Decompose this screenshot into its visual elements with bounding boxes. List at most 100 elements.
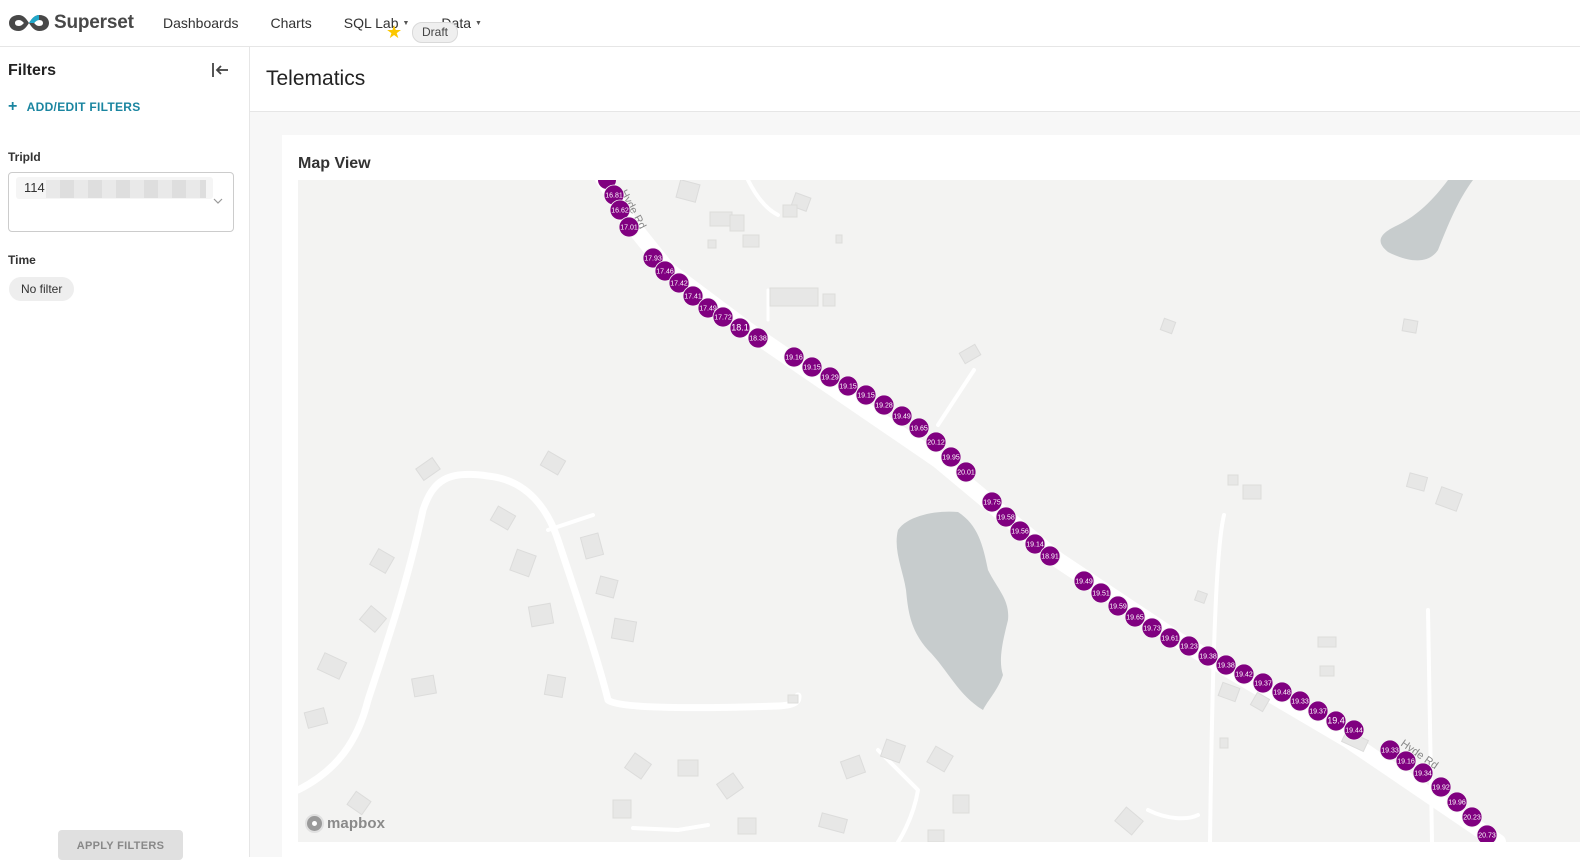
dashboard-title[interactable]: Telematics xyxy=(266,67,365,91)
mapbox-icon xyxy=(305,814,324,833)
trip-point[interactable]: 19.33 xyxy=(1289,690,1311,712)
trip-point[interactable]: 20.12 xyxy=(925,431,947,453)
trip-point[interactable]: 19.49 xyxy=(891,405,913,427)
superset-logo-icon xyxy=(9,15,49,31)
trip-point-label: 19.15 xyxy=(839,384,857,391)
trip-point-label: 19.37 xyxy=(1309,709,1327,716)
plus-icon: + xyxy=(8,98,18,115)
trip-point[interactable]: 19.65 xyxy=(908,417,930,439)
selected-value-tag[interactable]: 114 xyxy=(16,177,213,199)
trip-point-label: 19.73 xyxy=(1143,626,1161,633)
trip-point[interactable]: 19.28 xyxy=(873,394,895,416)
trip-point[interactable]: 19.51 xyxy=(1090,582,1112,604)
trip-point-label: 19.49 xyxy=(893,414,911,421)
favorite-star-icon[interactable]: ★ xyxy=(386,22,402,43)
nav-dashboards-label: Dashboards xyxy=(163,15,239,31)
trip-point[interactable]: 19.95 xyxy=(940,446,962,468)
trip-point[interactable]: 19.16 xyxy=(783,346,805,368)
trip-point-label: 19.16 xyxy=(785,355,803,362)
trip-point[interactable]: 19.15 xyxy=(837,375,859,397)
trip-point-label: 19.96 xyxy=(1448,800,1466,807)
trip-point[interactable]: 19.48 xyxy=(1271,681,1293,703)
trip-point-label: 17.42 xyxy=(670,281,688,288)
filters-sidebar: Filters + ADD/EDIT FILTERS TripId 114 Ti… xyxy=(0,47,250,860)
trip-point-label: 17.72 xyxy=(714,315,732,322)
map-svg: Hyde Rd Hyde Rd 16.8116.6217.0117.9317.4… xyxy=(298,180,1506,842)
add-edit-filters-label: ADD/EDIT FILTERS xyxy=(26,100,141,114)
map-view[interactable]: Hyde Rd Hyde Rd 16.81 16.62 17.01 17.93 17.4… xyxy=(298,180,1580,842)
trip-point-label: 19.38 xyxy=(1217,663,1235,670)
trip-point[interactable]: 19.42 xyxy=(1233,663,1255,685)
trip-point[interactable]: 19.75 xyxy=(981,491,1003,513)
trip-point[interactable]: 19.16 xyxy=(1395,750,1417,772)
trip-point[interactable]: 19.34 xyxy=(1412,762,1434,784)
brand-logo[interactable]: Superset xyxy=(8,12,148,34)
trip-point[interactable]: 19.15 xyxy=(801,356,823,378)
nav-dashboards[interactable]: Dashboards xyxy=(163,15,239,31)
trip-point[interactable]: 19.59 xyxy=(1107,595,1129,617)
trip-point-label: 19.29 xyxy=(821,375,839,382)
top-navbar: Superset Dashboards Charts SQL Lab ▼ Data… xyxy=(0,0,1580,47)
filter-label-time: Time xyxy=(8,253,36,267)
trip-point-label: 19.58 xyxy=(997,515,1015,522)
collapse-sidebar-icon[interactable] xyxy=(210,61,230,79)
trip-point[interactable]: 19.65 xyxy=(1124,606,1146,628)
trip-point[interactable]: 19.49 xyxy=(1073,570,1095,592)
trip-point[interactable]: 20.01 xyxy=(955,461,977,483)
filters-title: Filters xyxy=(8,62,57,79)
trip-point-label: 19.33 xyxy=(1381,748,1399,755)
trip-point-label: 19.95 xyxy=(942,455,960,462)
trip-point-label: 18.38 xyxy=(749,336,767,343)
caret-down-icon: ▼ xyxy=(475,19,482,27)
draft-status-badge[interactable]: Draft xyxy=(412,22,459,43)
time-filter-pill[interactable]: No filter xyxy=(9,277,75,301)
trip-point[interactable]: 19.38 xyxy=(1197,645,1219,667)
trip-point[interactable]: 19.92 xyxy=(1430,776,1452,798)
mapbox-logo[interactable]: mapbox xyxy=(305,814,385,833)
trip-point[interactable]: 19.23 xyxy=(1178,635,1200,657)
trip-point-label: 17.46 xyxy=(656,269,674,276)
trip-point[interactable]: 19.15 xyxy=(855,384,877,406)
add-edit-filters-button[interactable]: + ADD/EDIT FILTERS xyxy=(8,98,141,115)
trip-point-label: 20.73 xyxy=(1478,833,1496,840)
trip-point[interactable]: 18.91 xyxy=(1039,545,1061,567)
trip-point-label: 17.41 xyxy=(684,294,702,301)
nav-charts-label: Charts xyxy=(270,15,312,31)
trip-point[interactable]: 18.38 xyxy=(747,327,769,349)
nav-charts[interactable]: Charts xyxy=(271,15,312,31)
trip-point-label: 20.12 xyxy=(927,440,945,447)
trip-point[interactable]: 19.38 xyxy=(1215,654,1237,676)
trip-point-label: 16.81 xyxy=(605,193,623,200)
trip-point[interactable]: 19.37 xyxy=(1252,672,1274,694)
apply-filters-button[interactable]: APPLY FILTERS xyxy=(58,830,183,860)
trip-point[interactable]: 20.23 xyxy=(1461,806,1483,828)
tripid-select[interactable]: 114 xyxy=(8,172,234,232)
chart-title[interactable]: Map View xyxy=(298,155,371,173)
trip-point[interactable]: 19.29 xyxy=(819,366,841,388)
selected-value-text: 114 xyxy=(24,180,45,195)
trip-point-label: 19.14 xyxy=(1026,542,1044,549)
trip-point-label: 18.91 xyxy=(1041,554,1059,561)
trip-point[interactable]: 18.1 xyxy=(729,317,751,339)
trip-point-label: 19.59 xyxy=(1109,604,1127,611)
trip-point[interactable]: 19.73 xyxy=(1141,617,1163,639)
redacted-block xyxy=(46,180,206,198)
trip-point[interactable]: 19.96 xyxy=(1446,791,1468,813)
trip-point[interactable]: 17.72 xyxy=(712,306,734,328)
trip-point[interactable]: 19.44 xyxy=(1343,719,1365,741)
trip-point[interactable]: 19.37 xyxy=(1307,700,1329,722)
trip-point-label: 20.01 xyxy=(957,470,975,477)
trip-point[interactable]: 19.4 xyxy=(1325,710,1347,732)
trip-point-label: 19.33 xyxy=(1291,699,1309,706)
trip-point[interactable]: 19.61 xyxy=(1159,627,1181,649)
trip-point-label: 19.65 xyxy=(1126,615,1144,622)
trip-point-label: 20.23 xyxy=(1463,815,1481,822)
trip-point[interactable]: 17.01 xyxy=(618,216,640,238)
trip-point-label: 19.38 xyxy=(1199,654,1217,661)
trip-point-label: 19.44 xyxy=(1345,728,1363,735)
trip-point-label: 17.01 xyxy=(620,225,638,232)
chevron-down-icon xyxy=(213,198,223,204)
brand-name: Superset xyxy=(54,12,134,33)
trip-point[interactable]: 20.73 xyxy=(1476,824,1498,842)
dashboard-header: Telematics xyxy=(250,47,1580,112)
